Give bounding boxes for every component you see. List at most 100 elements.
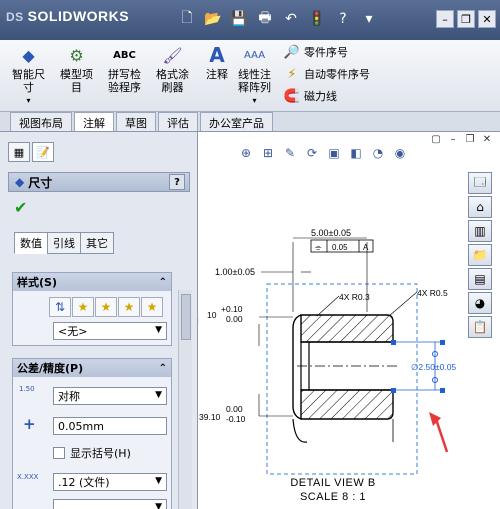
tolerance-group-header[interactable]: 公差/精度(P) ⌃ xyxy=(13,359,171,377)
left-outline xyxy=(292,314,302,420)
linear-pattern-button[interactable]: AAA 线性注 释阵列 ▾ xyxy=(238,44,271,107)
chevron-down-icon: ▼ xyxy=(155,325,162,335)
appearances-icon[interactable]: ◕ xyxy=(468,292,492,314)
spell-check-button[interactable]: ABC 拼写检 验程序 xyxy=(108,44,141,95)
balloon-icon: 🔎 xyxy=(283,44,301,60)
help-icon[interactable]: ? xyxy=(331,8,355,30)
selection-handle[interactable] xyxy=(391,388,396,393)
tolerance-value-text: 0.05mm xyxy=(58,419,104,433)
tol-minus-upper: 0.00 xyxy=(226,404,243,414)
new-icon[interactable]: 🗋 xyxy=(175,8,199,30)
chevron-down-icon: ▼ xyxy=(155,502,162,509)
magnetic-line-label: 磁力线 xyxy=(304,90,337,103)
radius-note-2[interactable]: 4X R0.5 xyxy=(417,288,448,298)
model-items-label: 模型项 目 xyxy=(60,68,93,94)
dim-left-text[interactable]: 1.00±0.05 xyxy=(215,267,255,277)
dimension-icon: ◆ xyxy=(15,175,25,189)
auto-balloon-button[interactable]: ⚡ 自动零件序号 xyxy=(284,66,370,82)
subtab-leaders[interactable]: 引线 xyxy=(47,232,81,254)
red-arrow-head xyxy=(429,412,441,426)
undo-icon[interactable]: ↶ xyxy=(279,8,303,30)
tolerance-precision-select[interactable]: ▼ xyxy=(53,499,167,509)
tab-view-layout[interactable]: 视图布局 xyxy=(10,112,72,131)
magnetic-line-button[interactable]: 🧲 磁力线 xyxy=(284,88,337,104)
scale-label: SCALE 8 : 1 xyxy=(299,491,367,503)
model-items-icon: ⚙ xyxy=(69,45,84,65)
lower-section xyxy=(300,389,394,420)
ok-check-icon[interactable]: ✔ xyxy=(14,198,27,217)
tol-minus-lower: -0.10 xyxy=(226,414,246,424)
property-manager-panel: ▦ 📝 ◆ 尺寸 ? ✔ 数值 引线 其它 样式(S) ⌃ ⇅ ★ ★ ★ ★ … xyxy=(0,132,198,509)
add-style-icon[interactable]: ★ xyxy=(72,297,94,317)
minimize-button[interactable]: – xyxy=(436,10,454,28)
print-icon[interactable]: 🖶 xyxy=(253,8,277,30)
save-style-icon[interactable]: ★ xyxy=(118,297,140,317)
selection-handle[interactable] xyxy=(391,340,396,345)
detail-view-drawing[interactable]: 5.00±0.05 ⌯ 0.05 A 1.00±0.05 4X R0.3 4X … xyxy=(199,132,500,509)
command-tabs: 视图布局 注解 草图 评估 办公室产品 xyxy=(0,112,500,132)
spell-check-icon: ABC xyxy=(113,49,136,61)
tolerance-type-select[interactable]: 对称 ▼ xyxy=(53,387,167,405)
radius-note-1[interactable]: 4X R0.3 xyxy=(339,292,370,302)
panel-scrollbar[interactable] xyxy=(178,290,192,509)
tolerance-value-input[interactable]: 0.05mm xyxy=(53,417,167,435)
precision-icon-text: X.XXX xyxy=(17,473,39,481)
feature-tree-tab-icon[interactable]: ▦ xyxy=(8,142,30,162)
detail-boundary xyxy=(266,283,418,475)
tol-plus-lower: 0.00 xyxy=(226,314,243,324)
rebuild-icon[interactable]: 🚦 xyxy=(305,8,329,30)
file-explorer-icon[interactable]: 📁 xyxy=(468,244,492,266)
collapse-chevron-icon[interactable]: ⌃ xyxy=(159,277,167,288)
tolerance-precision-group: 公差/精度(P) ⌃ 1.50 对称 ▼ + 0.05mm 显示括号(H) X.… xyxy=(12,358,172,509)
show-parens-label: 显示括号(H) xyxy=(70,447,131,460)
open-icon[interactable]: 📂 xyxy=(201,8,225,30)
style-select-value: <无> xyxy=(58,325,88,338)
smart-dimension-icon: ◆ xyxy=(22,45,35,65)
auto-balloon-label: 自动零件序号 xyxy=(304,68,370,81)
tab-sketch[interactable]: 草图 xyxy=(116,112,156,131)
subtab-other[interactable]: 其它 xyxy=(80,232,114,254)
load-style-icon[interactable]: ★ xyxy=(141,297,163,317)
note-button[interactable]: A 注释 xyxy=(206,44,228,82)
style-select[interactable]: <无> ▼ xyxy=(53,322,167,340)
close-button[interactable]: ✕ xyxy=(478,10,496,28)
break-line xyxy=(292,418,308,443)
subtab-value[interactable]: 数值 xyxy=(14,232,48,254)
options-icon[interactable]: ▾ xyxy=(357,8,381,30)
scrollbar-thumb[interactable] xyxy=(181,294,191,340)
tab-evaluate[interactable]: 评估 xyxy=(158,112,198,131)
help-button[interactable]: ? xyxy=(169,174,185,190)
property-manager-tab-icon[interactable]: 📝 xyxy=(32,142,54,162)
selected-diameter-dimension[interactable]: ∅2.50±0.05 xyxy=(411,362,456,372)
save-icon[interactable]: 💾 xyxy=(227,8,251,30)
linear-pattern-icon: AAA xyxy=(243,49,266,61)
left-dim-value[interactable]: 10 xyxy=(207,310,217,320)
solidworks-resources-icon[interactable]: 🗔 xyxy=(468,172,492,194)
format-painter-button[interactable]: 🖌 格式涂 刷器 xyxy=(156,44,189,94)
selection-handle[interactable] xyxy=(440,388,445,393)
design-library-icon[interactable]: ▥ xyxy=(468,220,492,242)
home-icon[interactable]: ⌂ xyxy=(468,196,492,218)
precision-select[interactable]: .12 (文件) ▼ xyxy=(53,473,167,491)
linear-pattern-label: 线性注 释阵列 xyxy=(238,68,271,94)
restore-button[interactable]: ❐ xyxy=(457,10,475,28)
show-parens-checkbox[interactable] xyxy=(53,447,65,459)
style-group-header[interactable]: 样式(S) ⌃ xyxy=(13,273,171,291)
selection-handle[interactable] xyxy=(440,340,445,345)
balloon-button[interactable]: 🔎 零件序号 xyxy=(284,44,348,60)
collapse-chevron-icon[interactable]: ⌃ xyxy=(159,363,167,374)
precision-value: .12 (文件) xyxy=(58,476,110,489)
delete-style-icon[interactable]: ★ xyxy=(95,297,117,317)
tab-annotation[interactable]: 注解 xyxy=(74,112,114,131)
custom-properties-icon[interactable]: 📋 xyxy=(468,316,492,338)
dim-top-text[interactable]: 5.00±0.05 xyxy=(311,228,351,238)
left-dim-value-2[interactable]: 39.10 xyxy=(199,412,221,422)
smart-dimension-button[interactable]: ◆ 智能尺 寸 ▾ xyxy=(12,44,45,107)
logo-text: SOLIDWORKS xyxy=(27,8,130,24)
model-items-button[interactable]: ⚙ 模型项 目 xyxy=(60,44,93,94)
apply-style-icon[interactable]: ⇅ xyxy=(49,297,71,317)
tab-office-products[interactable]: 办公室产品 xyxy=(200,112,273,131)
solidworks-logo: DS SOLIDWORKS xyxy=(6,8,129,24)
auto-balloon-icon: ⚡ xyxy=(287,66,297,82)
view-palette-icon[interactable]: ▤ xyxy=(468,268,492,290)
